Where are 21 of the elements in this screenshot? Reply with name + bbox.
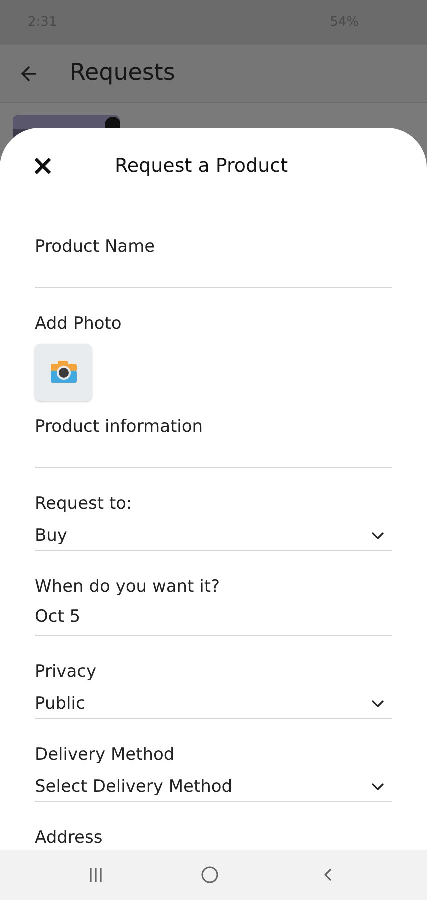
field-label: Product information bbox=[35, 416, 204, 436]
sheet-title: Request a Product bbox=[115, 154, 288, 179]
dropdown-field[interactable]: Public bbox=[35, 684, 392, 718]
dropdown-field[interactable]: Select Delivery Method bbox=[35, 766, 392, 802]
input-field[interactable]: Product Name bbox=[35, 222, 392, 288]
camera-icon bbox=[50, 360, 78, 384]
dropdown-field[interactable]: Buy bbox=[35, 516, 392, 550]
field-label: Delivery Method bbox=[35, 744, 176, 766]
field-label: Address bbox=[35, 826, 104, 850]
recent-apps-icon[interactable] bbox=[89, 867, 104, 883]
date-field[interactable]: Oct 5 bbox=[35, 598, 392, 636]
add-photo-button[interactable] bbox=[35, 344, 92, 400]
input-field[interactable]: Product information bbox=[35, 402, 392, 468]
field-label: Product Name bbox=[35, 236, 156, 256]
field-label: Privacy bbox=[35, 660, 98, 684]
close-button[interactable]: × bbox=[31, 152, 55, 180]
field-label: Add Photo bbox=[35, 312, 123, 336]
field-label: When do you want it? bbox=[35, 576, 222, 598]
page-title: Requests bbox=[70, 59, 176, 88]
home-icon[interactable] bbox=[201, 866, 220, 884]
field-label: Request to: bbox=[35, 492, 134, 516]
